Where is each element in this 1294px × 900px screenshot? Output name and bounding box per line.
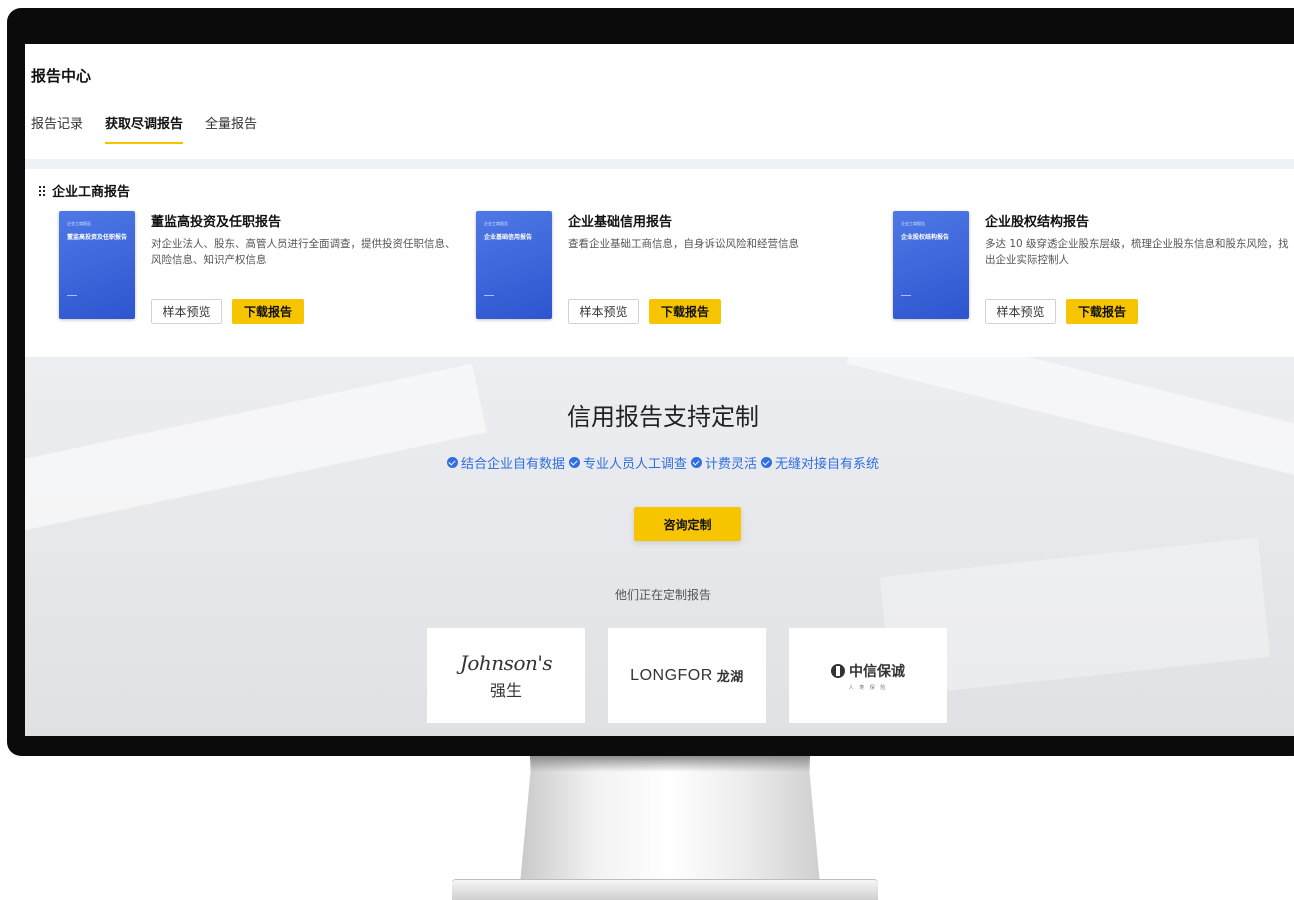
report-cover: 企业工商报告 企业基础信用报告 (476, 211, 552, 319)
logo-subtext: 人 寿 保 险 (848, 684, 888, 691)
logo-text: 龙湖 (716, 669, 744, 684)
section-divider (25, 159, 1294, 169)
download-report-button[interactable]: 下载报告 (232, 299, 304, 324)
consult-customization-button[interactable]: 咨询定制 (634, 507, 741, 541)
report-card-credit: 企业工商报告 企业基础信用报告 企业基础信用报告 查看企业基础工商信息，自身诉讼… (476, 211, 876, 331)
cover-header: 企业工商报告 (67, 221, 91, 226)
report-card-directors: 企业工商报告 董监高投资及任职报告 董监高投资及任职报告 对企业法人、股东、高管… (59, 211, 459, 331)
card-desc: 查看企业基础工商信息，自身诉讼风险和经营信息 (568, 238, 799, 250)
cover-line (67, 295, 77, 296)
sample-preview-button[interactable]: 样本预览 (985, 299, 1056, 324)
logo-row: 中信保诚 (831, 661, 905, 681)
tab-full-report[interactable]: 全量报告 (205, 113, 257, 144)
card-actions: 样本预览 下载报告 (151, 299, 304, 324)
feature-item: 专业人员人工调查 (568, 453, 687, 472)
johnsons-logo: Johnson's 强生 (427, 628, 585, 723)
card-desc: 对企业法人、股东、高管人员进行全面调查，提供投资任职信息、风险信息、知识产权信息 (151, 238, 456, 266)
cover-title: 企业基础信用报告 (484, 234, 533, 241)
check-circle-icon (761, 457, 773, 468)
feature-label: 专业人员人工调查 (582, 457, 687, 472)
card-actions: 样本预览 下载报告 (985, 299, 1138, 324)
cover-line (901, 295, 911, 296)
feature-item: 计费灵活 (691, 453, 757, 472)
card-title: 企业基础信用报告 (568, 215, 673, 230)
citic-mark-icon (831, 663, 845, 678)
check-circle-icon (691, 457, 702, 468)
card-title: 企业股权结构报告 (985, 215, 1090, 230)
section-title: 企业工商报告 (52, 185, 131, 200)
feature-item: 无缝对接自有系统 (761, 453, 879, 472)
background-decor (25, 363, 487, 541)
tab-report-records[interactable]: 报告记录 (31, 113, 83, 144)
tab-due-diligence[interactable]: 获取尽调报告 (105, 113, 184, 144)
cover-title: 董监高投资及任职报告 (67, 234, 128, 241)
download-report-button[interactable]: 下载报告 (1066, 299, 1138, 324)
check-circle-icon (446, 457, 458, 468)
monitor-stand (520, 756, 820, 884)
logo-text: 强生 (489, 680, 522, 700)
logo-text: 中信保诚 (849, 663, 905, 680)
card-body: 董监高投资及任职报告 对企业法人、股东、高管人员进行全面调查，提供投资任职信息、… (151, 211, 461, 324)
cover-header: 企业工商报告 (484, 221, 508, 226)
feature-label: 无缝对接自有系统 (775, 457, 880, 472)
report-card-equity: 企业工商报告 企业股权结构报告 企业股权结构报告 多达 10 级穿透企业股东层级… (893, 211, 1293, 331)
monitor-frame: 报告中心 报告记录 获取尽调报告 全量报告 企业工商报告 企业工商报告 董监高投… (7, 8, 1294, 756)
monitor-base (452, 880, 878, 900)
feature-item: 结合企业自有数据 (446, 453, 565, 472)
report-cover: 企业工商报告 企业股权结构报告 (893, 211, 969, 319)
sample-preview-button[interactable]: 样本预览 (568, 299, 639, 324)
logo-row: LONGFOR 龙湖 (630, 666, 744, 685)
logo-text: Johnson's (459, 650, 553, 675)
card-title: 董监高投资及任职报告 (151, 215, 282, 230)
card-desc: 多达 10 级穿透企业股东层级，梳理企业股东信息和股东风险，找出企业实际控制人 (985, 238, 1289, 266)
stand-shadow (530, 756, 810, 772)
cover-header: 企业工商报告 (901, 221, 925, 226)
cover-title: 企业股权结构报告 (901, 234, 950, 241)
header: 报告中心 报告记录 获取尽调报告 全量报告 (25, 44, 1294, 159)
card-body: 企业股权结构报告 多达 10 级穿透企业股东层级，梳理企业股东信息和股东风险，找… (985, 211, 1294, 324)
drag-dots-icon (39, 185, 47, 197)
customers-label: 他们正在定制报告 (614, 588, 711, 602)
longfor-logo: LONGFOR 龙湖 (608, 628, 766, 723)
feature-label: 计费灵活 (705, 457, 758, 472)
cover-line (484, 295, 494, 296)
customization-banner: 信用报告支持定制 结合企业自有数据 专业人员人工调查 计费灵活 无缝对接自有系统… (25, 357, 1294, 736)
feature-label: 结合企业自有数据 (460, 457, 565, 472)
report-cover: 企业工商报告 董监高投资及任职报告 (59, 211, 135, 319)
citic-prudential-logo: 中信保诚 人 寿 保 险 (789, 628, 947, 723)
report-section: 企业工商报告 企业工商报告 董监高投资及任职报告 董监高投资及任职报告 对企业法… (25, 169, 1294, 357)
tabs: 报告记录 获取尽调报告 全量报告 (31, 113, 257, 144)
sample-preview-button[interactable]: 样本预览 (151, 299, 222, 324)
check-circle-icon (568, 457, 580, 468)
card-body: 企业基础信用报告 查看企业基础工商信息，自身诉讼风险和经营信息 样本预览 下载报… (568, 211, 878, 324)
screen: 报告中心 报告记录 获取尽调报告 全量报告 企业工商报告 企业工商报告 董监高投… (25, 44, 1294, 736)
card-actions: 样本预览 下载报告 (568, 299, 721, 324)
download-report-button[interactable]: 下载报告 (649, 299, 721, 324)
section-head: 企业工商报告 (39, 181, 130, 200)
feature-list: 结合企业自有数据 专业人员人工调查 计费灵活 无缝对接自有系统 (25, 453, 1294, 472)
logo-text: LONGFOR (630, 666, 713, 684)
promo-title: 信用报告支持定制 (567, 403, 759, 431)
page-title: 报告中心 (31, 67, 92, 85)
